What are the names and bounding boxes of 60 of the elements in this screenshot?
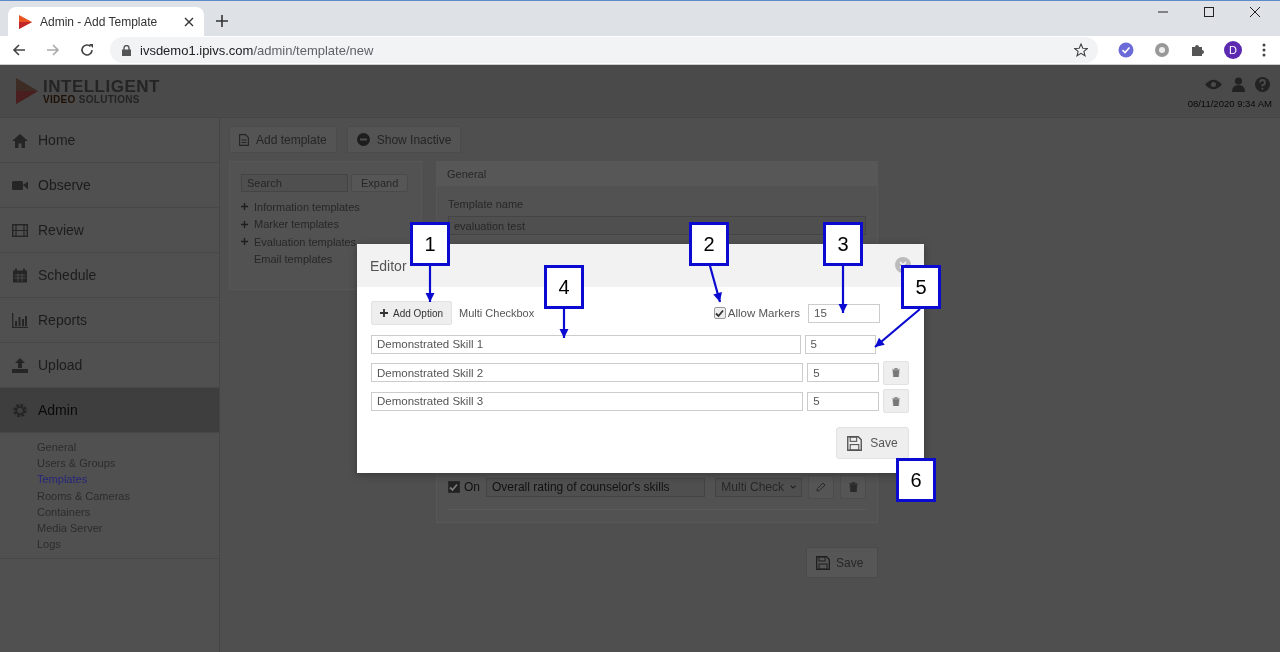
plus-icon (380, 309, 388, 317)
dialog-title: Editor (370, 257, 407, 274)
trash-icon (892, 368, 900, 377)
back-icon[interactable] (12, 43, 26, 57)
question-field[interactable]: Overall rating of counselor's skills (485, 477, 706, 497)
option-value-field[interactable]: 5 (804, 334, 876, 354)
minus-circle-icon (356, 133, 370, 146)
checkbox-label: On (463, 480, 480, 494)
trash-icon (848, 482, 858, 492)
callout-arrow (874, 308, 921, 348)
url-text: ivsdemo1.ipivs.com/admin/template/new (140, 42, 374, 58)
forward-icon[interactable] (46, 43, 60, 57)
upload-icon (12, 357, 28, 373)
film-icon (12, 222, 28, 238)
callout-arrow (708, 265, 722, 303)
marker-total-field[interactable]: 15 (808, 303, 880, 323)
reload-icon[interactable] (80, 43, 94, 57)
document-icon (239, 133, 249, 146)
option-value-field[interactable]: 5 (807, 363, 879, 382)
option-text-field[interactable]: Demonstrated Skill 1 (371, 334, 801, 354)
callout-number: 2 (689, 222, 729, 266)
close-icon[interactable] (1250, 6, 1260, 17)
pencil-icon (816, 482, 827, 492)
menu-icon[interactable] (1262, 43, 1266, 57)
callout-number: 4 (544, 265, 584, 309)
checkbox-label: Allow Markers (727, 307, 800, 319)
callout-arrow (559, 309, 569, 338)
maximize-icon[interactable] (1204, 6, 1214, 17)
option-text-field[interactable]: Demonstrated Skill 3 (371, 391, 804, 411)
calendar-icon (12, 267, 28, 283)
browser-tab[interactable]: Admin - Add Template (8, 7, 204, 36)
tab-title: Admin - Add Template (40, 14, 159, 29)
plus-icon[interactable] (216, 15, 228, 27)
callout-number: 1 (410, 222, 450, 266)
callout-arrow (838, 266, 848, 313)
callout-arrow (425, 266, 435, 302)
trash-icon (892, 396, 900, 406)
profile-avatar[interactable]: D (1224, 41, 1242, 59)
callout-number: 3 (823, 222, 863, 266)
lock-icon (122, 44, 131, 56)
play-logo-icon (18, 14, 32, 29)
chevron-down-icon (790, 484, 797, 490)
callout-number: 6 (896, 458, 936, 502)
puzzle-icon[interactable] (1190, 43, 1204, 57)
add-option-button[interactable]: Add Option (371, 301, 453, 325)
close-icon[interactable] (184, 16, 194, 27)
date-time: 08/11/2020 9:34 AM (1187, 98, 1272, 109)
check-badge-icon[interactable] (1118, 42, 1134, 58)
home-icon (12, 132, 28, 148)
option-value-field[interactable]: 5 (807, 391, 879, 411)
address-bar[interactable]: ivsdemo1.ipivs.com/admin/template/new (110, 37, 1098, 63)
play-logo-icon (16, 78, 38, 104)
checkbox[interactable] (713, 307, 726, 319)
chart-icon (12, 312, 28, 328)
star-icon[interactable] (1074, 43, 1088, 57)
checkbox[interactable] (448, 481, 460, 493)
question-type: Multi Checkbox (459, 307, 535, 319)
option-text-field[interactable]: Demonstrated Skill 2 (371, 363, 804, 382)
callout-number: 5 (901, 265, 941, 309)
save-button[interactable]: Save (836, 427, 909, 459)
